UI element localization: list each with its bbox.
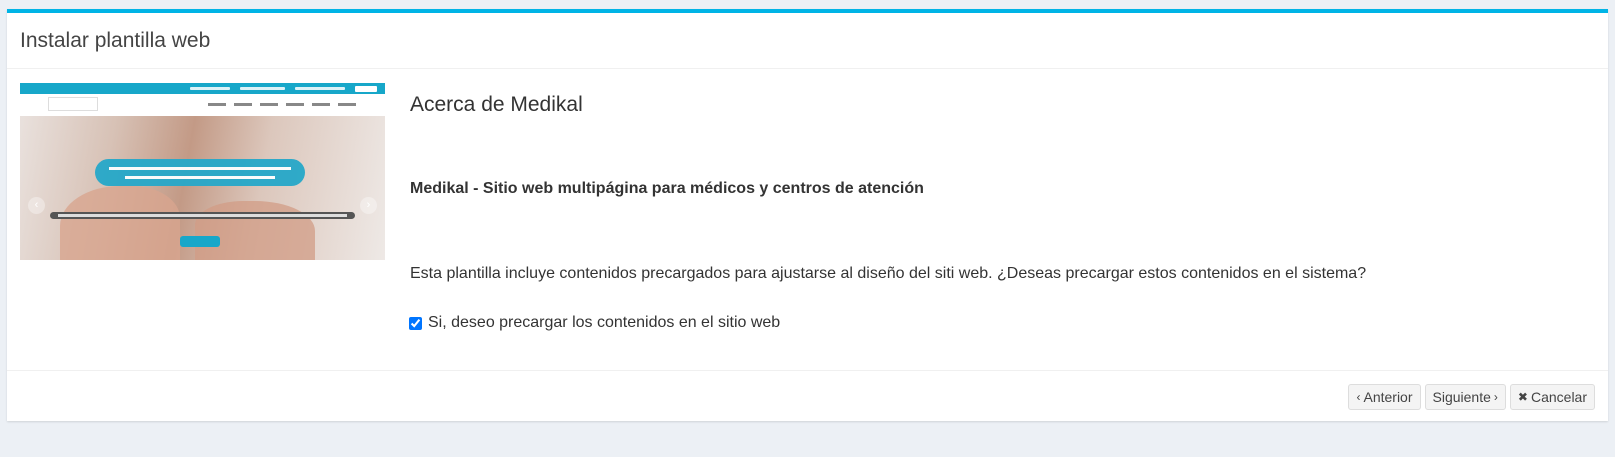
panel-body: ‹ › Acerca de Medikal Medikal - Sitio we… xyxy=(7,69,1608,371)
preview-navbar xyxy=(20,94,385,116)
wizard-buttons: ‹ Anterior Siguiente › ✖ Cancelar xyxy=(1348,384,1595,410)
next-button[interactable]: Siguiente › xyxy=(1424,384,1506,410)
chevron-left-icon: ‹ xyxy=(1356,390,1361,404)
previous-button-label: Anterior xyxy=(1363,389,1413,405)
preload-checkbox-label: Si, deseo precargar los contenidos en el… xyxy=(428,314,781,331)
preview-next-arrow-icon: › xyxy=(360,197,377,214)
preview-cta-button xyxy=(180,236,220,247)
panel-footer: ‹ Anterior Siguiente › ✖ Cancelar xyxy=(7,371,1608,423)
preview-topbar xyxy=(20,83,385,94)
times-icon: ✖ xyxy=(1517,390,1528,404)
preview-prev-arrow-icon: ‹ xyxy=(28,197,45,214)
preview-subheadline xyxy=(50,212,355,219)
template-preview-image: ‹ › xyxy=(20,83,385,260)
template-product-name: Medikal - Sitio web multipágina para méd… xyxy=(410,180,924,197)
preload-checkbox-row[interactable]: Si, deseo precargar los contenidos en el… xyxy=(409,314,780,332)
install-template-panel: Instalar plantilla web ‹ › Acerca de Med… xyxy=(7,9,1608,421)
panel-header: Instalar plantilla web xyxy=(7,13,1608,69)
preview-logo xyxy=(48,97,98,111)
previous-button[interactable]: ‹ Anterior xyxy=(1348,384,1421,410)
next-button-label: Siguiente xyxy=(1432,389,1491,405)
about-title: Acerca de Medikal xyxy=(410,93,583,116)
preview-headline-bubble xyxy=(95,159,305,186)
panel-title: Instalar plantilla web xyxy=(20,28,211,52)
cancel-button[interactable]: ✖ Cancelar xyxy=(1509,384,1595,410)
preview-hero: ‹ › xyxy=(20,116,385,260)
preload-question: Esta plantilla incluye contenidos precar… xyxy=(410,265,1367,282)
preload-checkbox[interactable] xyxy=(409,316,422,330)
chevron-right-icon: › xyxy=(1493,390,1498,404)
cancel-button-label: Cancelar xyxy=(1530,389,1587,405)
preview-nav-links xyxy=(208,103,356,106)
